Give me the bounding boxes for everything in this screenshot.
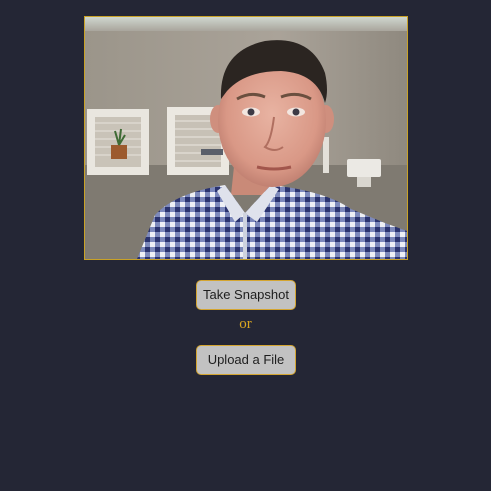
webcam-image — [85, 17, 407, 259]
take-snapshot-button[interactable]: Take Snapshot — [196, 280, 296, 310]
page: Take Snapshot or Upload a File — [0, 0, 491, 491]
webcam-preview — [84, 16, 408, 260]
or-separator: or — [239, 316, 252, 332]
upload-file-button[interactable]: Upload a File — [196, 345, 296, 375]
left-window-frame — [87, 109, 149, 175]
thermostat — [347, 159, 381, 177]
